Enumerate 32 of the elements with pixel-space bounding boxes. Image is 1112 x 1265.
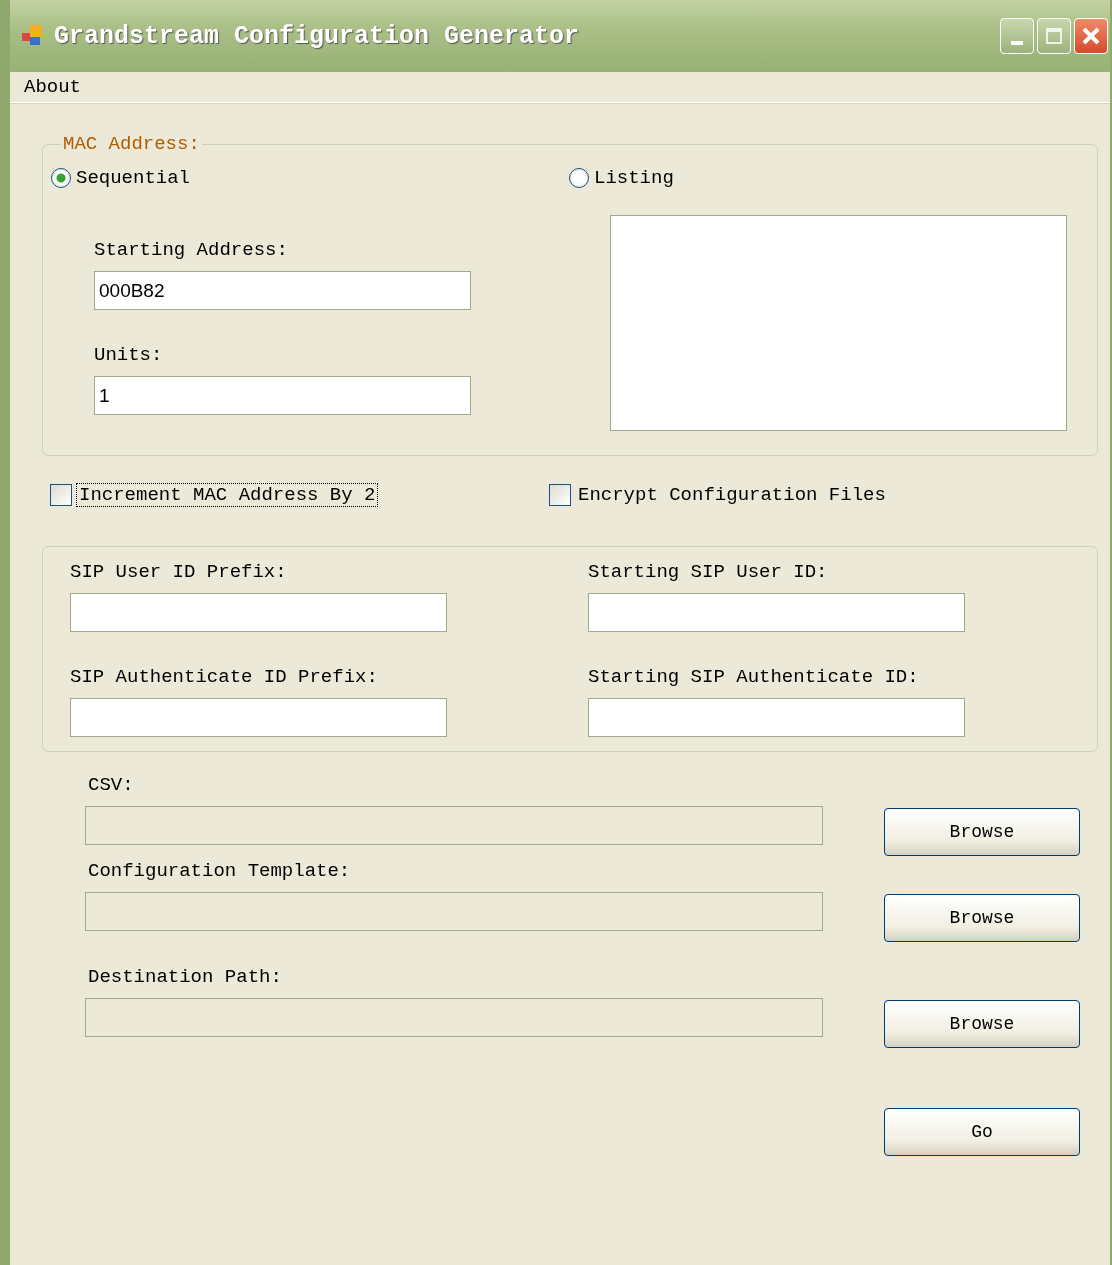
- field-label: SIP User ID Prefix:: [70, 561, 288, 583]
- field-label: Starting Address:: [94, 239, 289, 261]
- input-field[interactable]: [588, 593, 965, 632]
- checkbox-label: Increment MAC Address By 2: [77, 484, 378, 506]
- checkbox[interactable]: [549, 484, 571, 506]
- close-icon: [1081, 26, 1101, 46]
- checkbox[interactable]: [50, 484, 72, 506]
- checkbox-label: Encrypt Configuration Files: [577, 484, 887, 506]
- app-icon: [22, 25, 44, 47]
- field-label: Starting SIP User ID:: [588, 561, 829, 583]
- menu-item[interactable]: About: [24, 76, 81, 98]
- input-field[interactable]: [588, 698, 965, 737]
- field-label: Configuration Template:: [87, 860, 352, 882]
- minimize-button[interactable]: [1000, 18, 1034, 54]
- group-legend: MAC Address:: [61, 133, 202, 155]
- input-field[interactable]: [70, 698, 447, 737]
- field-label: CSV:: [87, 774, 135, 796]
- field-label: Destination Path:: [87, 966, 283, 988]
- radio-label: Sequential: [76, 167, 191, 189]
- window-title: Grandstream Configuration Generator: [54, 21, 581, 51]
- input-field[interactable]: 1: [94, 376, 471, 415]
- radio-label: Listing: [594, 167, 674, 189]
- maximize-button[interactable]: [1037, 18, 1071, 54]
- field-label: Units:: [94, 344, 164, 366]
- field-label: Starting SIP Authenticate ID:: [588, 666, 920, 688]
- radio-button[interactable]: [51, 168, 71, 188]
- input-field[interactable]: 000B82: [94, 271, 471, 310]
- input-field[interactable]: [70, 593, 447, 632]
- radio-button[interactable]: [569, 168, 589, 188]
- go-button[interactable]: Go: [884, 1108, 1080, 1156]
- close-button[interactable]: [1074, 18, 1108, 54]
- field-label: SIP Authenticate ID Prefix:: [70, 666, 379, 688]
